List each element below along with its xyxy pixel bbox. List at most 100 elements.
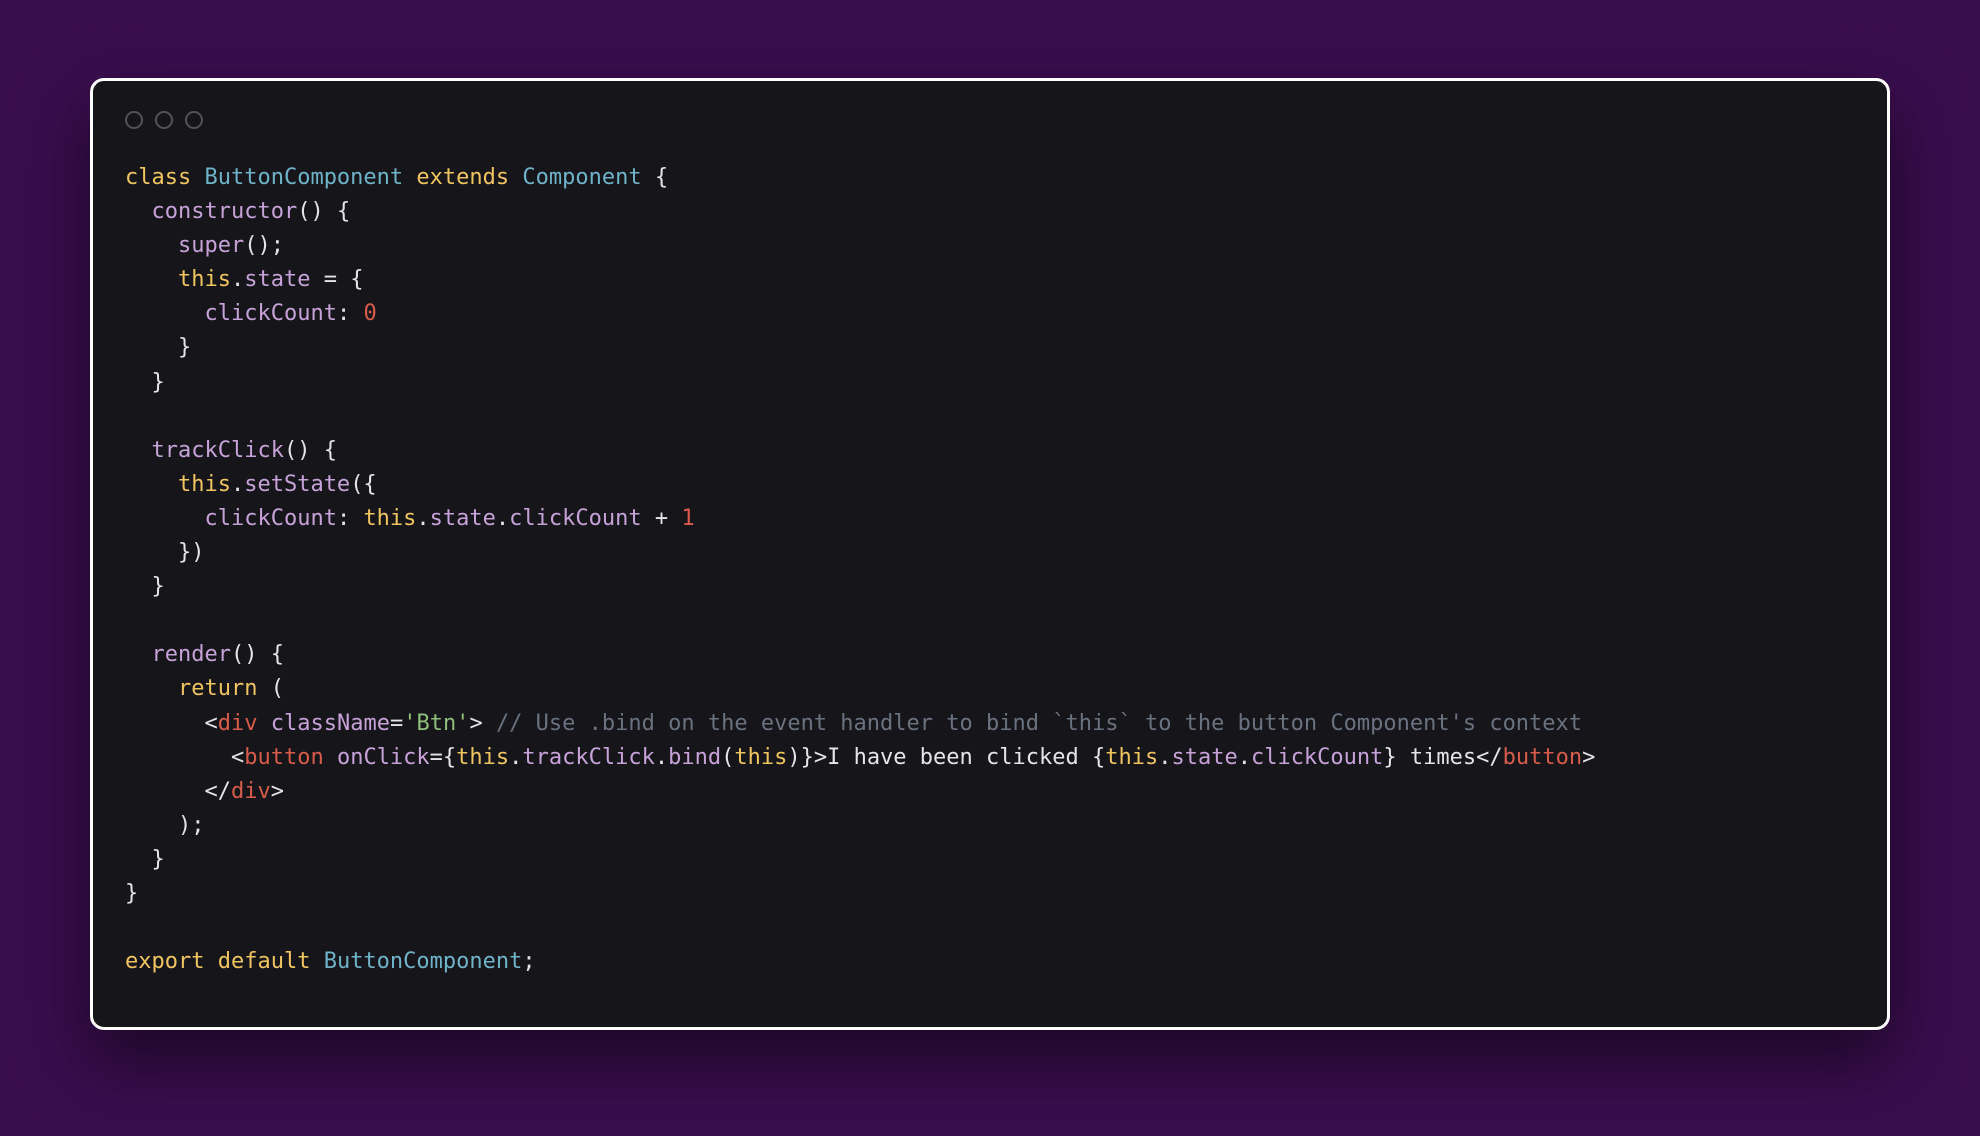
method: render [152,642,231,667]
brace: } [178,335,191,360]
property: clickCount [509,506,641,531]
code-editor-window: class ButtonComponent extends Component … [90,78,1890,1030]
window-control-zoom-icon[interactable] [185,111,203,129]
angle: < [204,711,217,736]
class-name: Component [522,165,641,190]
punct: (); [244,233,284,258]
jsx-tag: div [218,711,258,736]
jsx-text: I have been clicked [827,745,1092,770]
angle: > [814,745,827,770]
brace: } [1383,745,1396,770]
window-control-minimize-icon[interactable] [155,111,173,129]
indent [125,813,178,838]
punct: . [655,745,668,770]
punct: . [1158,745,1171,770]
class-name: ButtonComponent [324,949,523,974]
indent [125,847,152,872]
brace: } [152,847,165,872]
punct: : [337,506,364,531]
punct: { [642,165,669,190]
punct: () { [284,438,337,463]
punct: . [231,472,244,497]
punct: () { [231,642,284,667]
this-keyword: this [456,745,509,770]
class-name: ButtonComponent [204,165,403,190]
indent [125,506,204,531]
indent [125,540,178,565]
indent [125,711,204,736]
punct: = { [310,267,363,292]
comment: // Use .bind on the event handler to bin… [496,711,1582,736]
indent [125,574,152,599]
punct: ( [257,676,284,701]
this-keyword: this [178,267,231,292]
indent [125,676,178,701]
punct: ); [178,813,205,838]
jsx-text: times [1397,745,1476,770]
punct: () { [297,199,350,224]
punct: ( [721,745,734,770]
brace: } [152,370,165,395]
indent [125,472,178,497]
property: state [1171,745,1237,770]
indent [125,301,204,326]
punct: . [1238,745,1251,770]
this-keyword: this [734,745,787,770]
punct: ({ [350,472,377,497]
window-titlebar [125,105,1855,161]
string: 'Btn' [403,711,469,736]
property: clickCount [204,301,336,326]
indent [125,779,204,804]
property: state [430,506,496,531]
call: super [178,233,244,258]
angle: > [271,779,284,804]
indent [125,438,152,463]
code-block[interactable]: class ButtonComponent extends Component … [125,161,1855,979]
punct: . [496,506,509,531]
space [483,711,496,736]
keyword: class [125,165,191,190]
jsx-attr: onClick [337,745,430,770]
brace: } [801,745,814,770]
keyword: extends [416,165,509,190]
indent [125,267,178,292]
property: clickCount [204,506,336,531]
jsx-attr: className [271,711,390,736]
indent [125,199,152,224]
keyword: export [125,949,204,974]
method: trackClick [152,438,284,463]
number: 1 [681,506,694,531]
call: setState [244,472,350,497]
punct: = [390,711,403,736]
property: trackClick [522,745,654,770]
angle: </ [204,779,231,804]
punct: = [430,745,443,770]
angle: </ [1476,745,1503,770]
indent [125,370,152,395]
this-keyword: this [1105,745,1158,770]
jsx-tag: div [231,779,271,804]
angle: > [1582,745,1595,770]
punct: . [509,745,522,770]
window-control-close-icon[interactable] [125,111,143,129]
brace: } [152,574,165,599]
keyword: return [178,676,257,701]
punct: ) [787,745,800,770]
keyword: default [218,949,311,974]
property: clickCount [1251,745,1383,770]
punct: : [337,301,364,326]
number: 0 [363,301,376,326]
indent [125,335,178,360]
indent [125,233,178,258]
angle: > [469,711,482,736]
punct: ; [522,949,535,974]
this-keyword: this [178,472,231,497]
space [324,745,337,770]
space [257,711,270,736]
indent [125,642,152,667]
punct: . [231,267,244,292]
method: constructor [152,199,298,224]
property: state [244,267,310,292]
indent [125,745,231,770]
punct: . [416,506,429,531]
